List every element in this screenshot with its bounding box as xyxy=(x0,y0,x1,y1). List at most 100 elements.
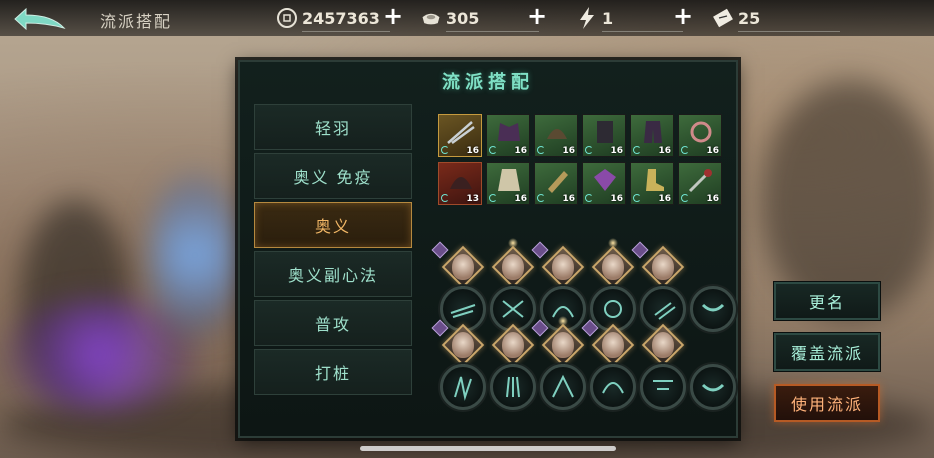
category-item[interactable]: 奥义 免疫 xyxy=(254,153,412,199)
gauntlet-icon xyxy=(548,171,568,193)
equipment-level: 16 xyxy=(562,146,575,156)
equipment-slot[interactable]: 16 xyxy=(678,162,722,205)
skill-icon xyxy=(653,380,673,390)
background-glow xyxy=(150,170,240,340)
panel-title: 流派搭配 xyxy=(442,72,534,93)
helmet-icon xyxy=(547,129,567,139)
lightning-icon xyxy=(576,7,598,29)
skill-slot[interactable] xyxy=(531,316,586,414)
weapon-icon xyxy=(447,121,475,145)
gem-icon xyxy=(594,169,616,191)
skill-disc xyxy=(540,364,586,410)
skill-disc xyxy=(640,364,686,410)
skill-icon xyxy=(602,382,624,394)
back-button[interactable] xyxy=(12,6,68,32)
equipment-level: 16 xyxy=(514,194,527,204)
rename-button[interactable]: 更名 xyxy=(774,282,880,320)
boots-icon xyxy=(646,169,664,191)
add-silver-button[interactable]: + xyxy=(526,4,548,28)
equipment-level: 16 xyxy=(658,146,671,156)
screen-title: 流派搭配 xyxy=(100,12,173,31)
skill-icon xyxy=(552,374,574,398)
category-list: 轻羽 奥义 免疫 奥义 奥义副心法 普攻 打桩 xyxy=(254,104,414,398)
skill-slot[interactable] xyxy=(590,238,636,336)
stamina-value: 1 xyxy=(602,8,614,28)
category-item[interactable]: 打桩 xyxy=(254,349,412,395)
skill-disc xyxy=(690,364,736,410)
equipment-slot[interactable]: 16 xyxy=(582,162,626,205)
skill-slot[interactable] xyxy=(690,324,736,414)
resource-silver: 305 xyxy=(420,6,540,32)
skill-icon xyxy=(450,304,476,318)
equipment-slot[interactable]: 16 xyxy=(630,162,674,205)
equipment-level: 16 xyxy=(514,146,527,156)
hidden-weapon-icon xyxy=(688,169,712,193)
equipment-level: 16 xyxy=(610,146,623,156)
pants-icon xyxy=(644,121,662,143)
skill-icon xyxy=(654,302,676,320)
skill-icon xyxy=(454,376,472,401)
skill-disc xyxy=(590,364,636,410)
skill-row xyxy=(431,316,736,414)
silver-ingot-icon xyxy=(420,7,442,29)
resource-coin: 2457363 xyxy=(276,6,390,32)
cloak-icon xyxy=(498,169,520,191)
equipment-slot[interactable]: 16 xyxy=(534,114,578,157)
accessory-icon xyxy=(690,121,712,143)
equipment-slot[interactable]: 16 xyxy=(678,114,722,157)
equipment-level: 16 xyxy=(466,146,479,156)
equipment-level: 13 xyxy=(466,194,479,204)
equipment-level: 16 xyxy=(706,194,719,204)
skill-disc xyxy=(440,364,486,410)
category-item[interactable]: 轻羽 xyxy=(254,104,412,150)
equipment-slot[interactable]: 16 xyxy=(486,114,530,157)
overwrite-build-button[interactable]: 覆盖流派 xyxy=(774,333,880,371)
resource-stamina: 1 xyxy=(576,6,684,32)
skill-slot[interactable] xyxy=(690,246,736,336)
skill-slot[interactable] xyxy=(431,241,486,336)
robe-icon xyxy=(597,121,613,143)
silver-value: 305 xyxy=(446,8,480,28)
equipment-grid: 16 16 16 16 16 16 13 16 16 16 16 16 xyxy=(438,114,728,205)
category-item[interactable]: 普攻 xyxy=(254,300,412,346)
skill-slot[interactable] xyxy=(581,319,636,414)
skill-slot[interactable] xyxy=(490,323,536,414)
category-item-active[interactable]: 奥义 xyxy=(254,202,412,248)
skill-slot[interactable] xyxy=(631,241,686,336)
ticket-value: 25 xyxy=(738,8,761,28)
resource-ticket: 25 xyxy=(712,6,841,32)
equipment-slot[interactable]: 16 xyxy=(630,114,674,157)
skill-icon xyxy=(506,376,520,398)
armor-icon xyxy=(498,123,520,141)
build-panel: 流派搭配 轻羽 奥义 免疫 奥义 奥义副心法 普攻 打桩 16 16 16 16… xyxy=(238,60,738,438)
skill-slot[interactable] xyxy=(490,238,536,336)
category-item[interactable]: 奥义副心法 xyxy=(254,251,412,297)
coin-value: 2457363 xyxy=(302,8,380,28)
top-bar: 流派搭配 2457363 + 305 + 1 + 25 xyxy=(0,0,934,36)
home-indicator[interactable] xyxy=(360,446,616,451)
use-build-button[interactable]: 使用流派 xyxy=(774,384,880,422)
skill-slot[interactable] xyxy=(640,323,686,414)
skill-icon xyxy=(701,383,725,392)
helmet-icon xyxy=(450,177,472,189)
add-stamina-button[interactable]: + xyxy=(672,4,694,28)
skill-tag-icon xyxy=(431,241,449,259)
skill-icon xyxy=(502,300,524,318)
ticket-icon xyxy=(712,7,734,29)
add-coin-button[interactable]: + xyxy=(382,4,404,28)
equipment-level: 16 xyxy=(610,194,623,204)
skill-icon xyxy=(701,303,725,312)
back-arrow-icon xyxy=(14,7,66,31)
equipment-slot[interactable]: 16 xyxy=(438,114,482,157)
skill-slot[interactable] xyxy=(431,319,486,414)
equipment-slot[interactable]: 16 xyxy=(582,114,626,157)
equipment-level: 16 xyxy=(706,146,719,156)
equipment-level: 16 xyxy=(658,194,671,204)
equipment-slot[interactable]: 16 xyxy=(534,162,578,205)
equipment-level: 16 xyxy=(562,194,575,204)
equipment-slot[interactable]: 16 xyxy=(486,162,530,205)
skill-disc xyxy=(490,364,536,410)
skill-icon xyxy=(604,300,622,318)
equipment-slot[interactable]: 13 xyxy=(438,162,482,205)
coin-icon xyxy=(276,7,298,29)
